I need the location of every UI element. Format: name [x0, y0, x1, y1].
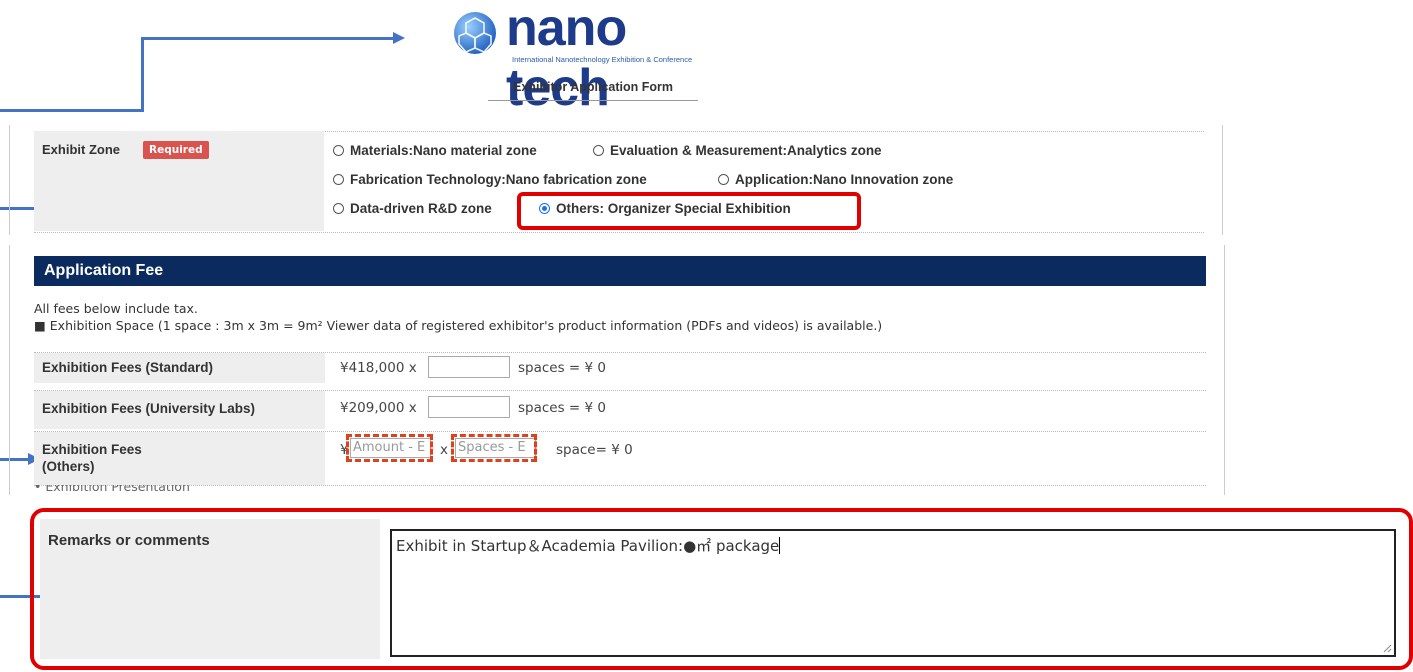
connector-line: [141, 37, 144, 112]
connector-line: [0, 109, 144, 112]
radio-button[interactable]: [593, 145, 604, 156]
section-border: [9, 245, 10, 495]
zone-option-label: Data-driven R&D zone: [350, 201, 492, 216]
fee-others-label-cell: Exhibition Fees (Others): [34, 432, 325, 485]
zone-option-others[interactable]: Others: Organizer Special Exhibition: [539, 201, 791, 216]
fee-university-label: Exhibition Fees (University Labs): [34, 391, 325, 429]
fee-standard-price: ¥418,000 x: [340, 360, 417, 376]
standard-spaces-input[interactable]: [428, 356, 510, 378]
exhibition-presentation-note: • Exhibition Presentation: [34, 485, 190, 494]
zone-option-label: Evaluation & Measurement:Analytics zone: [610, 143, 882, 158]
connector-line: [0, 458, 30, 461]
nano-sphere-icon: [454, 12, 496, 54]
tax-note: All fees below include tax.: [34, 301, 198, 316]
fee-others-label: Exhibition Fees: [42, 442, 142, 457]
section-border: [1224, 245, 1225, 495]
exhibit-zone-label: Exhibit Zone: [42, 142, 120, 157]
highlight-dashed-box: [451, 434, 537, 462]
required-badge: Required: [143, 141, 209, 159]
fee-others-sublabel: (Others): [42, 459, 95, 474]
zone-option-fabrication[interactable]: Fabrication Technology:Nano fabrication …: [333, 172, 647, 187]
logo-tagline: International Nanotechnology Exhibition …: [512, 55, 693, 64]
times-sign: x: [440, 442, 448, 458]
radio-button[interactable]: [333, 203, 344, 214]
fee-others-total: space= ¥ 0: [556, 442, 633, 458]
section-border: [1222, 125, 1223, 235]
nano-tech-logo: nano tech International Nanotechnology E…: [452, 0, 742, 117]
zone-option-label: Others: Organizer Special Exhibition: [556, 201, 791, 216]
radio-button-selected[interactable]: [539, 203, 550, 214]
zone-option-application[interactable]: Application:Nano Innovation zone: [718, 172, 953, 187]
space-note: ■ Exhibition Space (1 space : 3m x 3m = …: [34, 318, 883, 333]
zone-option-label: Application:Nano Innovation zone: [735, 172, 954, 187]
form-title: Exhibitor Application Form: [488, 80, 698, 101]
fee-university-total: spaces = ¥ 0: [518, 400, 607, 416]
section-border: [9, 125, 10, 235]
application-fee-header: Application Fee: [34, 256, 1206, 286]
connector-line: [141, 37, 394, 40]
fee-standard-total: spaces = ¥ 0: [518, 360, 607, 376]
zone-option-data-driven[interactable]: Data-driven R&D zone: [333, 201, 492, 216]
zone-option-evaluation[interactable]: Evaluation & Measurement:Analytics zone: [593, 143, 882, 158]
zone-option-materials[interactable]: Materials:Nano material zone: [333, 143, 537, 158]
university-spaces-input[interactable]: [428, 396, 510, 418]
arrow-right-icon: [393, 32, 405, 44]
radio-button[interactable]: [333, 174, 344, 185]
radio-button[interactable]: [333, 145, 344, 156]
clipped-row: • Exhibition Presentation: [34, 485, 234, 495]
zone-option-label: Materials:Nano material zone: [350, 143, 537, 158]
highlight-dashed-box: [346, 434, 433, 462]
zone-option-label: Fabrication Technology:Nano fabrication …: [350, 172, 647, 187]
fee-standard-label: Exhibition Fees (Standard): [34, 353, 325, 383]
fee-university-price: ¥209,000 x: [340, 400, 417, 416]
radio-button[interactable]: [718, 174, 729, 185]
highlight-box: [30, 508, 1413, 670]
